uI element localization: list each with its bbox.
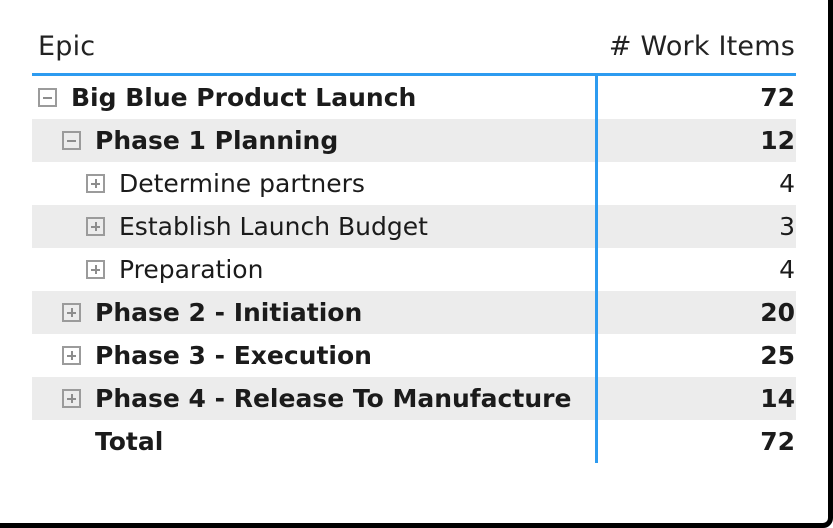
row-label-text: Determine partners — [119, 169, 365, 198]
row-value-text: 14 — [760, 384, 795, 413]
expand-plus-icon[interactable] — [86, 174, 105, 193]
row-label-text: Phase 4 - Release To Manufacture — [95, 384, 572, 413]
row-label-cell: Phase 4 - Release To Manufacture — [62, 377, 571, 420]
table-row[interactable]: Phase 2 - Initiation 20 — [0, 291, 833, 334]
column-header-epic: Epic — [38, 31, 96, 62]
row-value-cell: 14 — [760, 377, 795, 420]
row-label-text: Big Blue Product Launch — [71, 83, 417, 112]
table-row[interactable]: Determine partners 4 — [0, 162, 833, 205]
row-label-text: Preparation — [119, 255, 264, 284]
no-expander-placeholder — [62, 432, 81, 451]
expand-plus-icon[interactable] — [62, 303, 81, 322]
expand-plus-icon[interactable] — [86, 217, 105, 236]
expand-plus-icon[interactable] — [62, 346, 81, 365]
collapse-minus-icon[interactable] — [38, 88, 57, 107]
row-label-text: Phase 2 - Initiation — [95, 298, 363, 327]
row-value-text: 12 — [760, 126, 795, 155]
table-row[interactable]: Establish Launch Budget 3 — [0, 205, 833, 248]
table-row[interactable]: Phase 1 Planning 12 — [0, 119, 833, 162]
epic-work-items-table: Epic # Work Items Big Blue Product Launc… — [0, 0, 833, 463]
row-label-cell: Preparation — [86, 248, 263, 291]
table-row[interactable]: Total 72 — [0, 420, 833, 463]
row-label-text: Phase 3 - Execution — [95, 341, 372, 370]
row-value-cell: 4 — [779, 248, 795, 291]
table-row[interactable]: Phase 3 - Execution 25 — [0, 334, 833, 377]
row-label-text: Establish Launch Budget — [119, 212, 428, 241]
row-label-text: Phase 1 Planning — [95, 126, 339, 155]
row-value-text: 72 — [760, 427, 795, 456]
row-value-text: 4 — [779, 169, 795, 198]
row-value-cell: 20 — [760, 291, 795, 334]
row-value-text: 4 — [779, 255, 795, 284]
column-divider-line — [595, 76, 598, 463]
row-value-cell: 4 — [779, 162, 795, 205]
row-value-text: 3 — [779, 212, 795, 241]
row-label-text: Total — [95, 427, 164, 456]
table-row[interactable]: Big Blue Product Launch 72 — [0, 76, 833, 119]
row-value-cell: 3 — [779, 205, 795, 248]
column-header-work-items: # Work Items — [608, 31, 795, 62]
expand-plus-icon[interactable] — [86, 260, 105, 279]
table-header: Epic # Work Items — [0, 0, 833, 76]
table-body: Big Blue Product Launch 72 Phase 1 Plannin… — [0, 76, 833, 463]
row-value-cell: 12 — [760, 119, 795, 162]
table-row[interactable]: Phase 4 - Release To Manufacture 14 — [0, 377, 833, 420]
row-value-cell: 25 — [760, 334, 795, 377]
collapse-minus-icon[interactable] — [62, 131, 81, 150]
row-value-text: 25 — [760, 341, 795, 370]
table-row[interactable]: Preparation 4 — [0, 248, 833, 291]
row-label-cell: Phase 2 - Initiation — [62, 291, 362, 334]
row-label-cell: Phase 3 - Execution — [62, 334, 372, 377]
expand-plus-icon[interactable] — [62, 389, 81, 408]
row-label-cell: Determine partners — [86, 162, 365, 205]
row-value-cell: 72 — [760, 76, 795, 119]
row-label-cell: Establish Launch Budget — [86, 205, 428, 248]
row-value-text: 72 — [760, 83, 795, 112]
row-value-cell: 72 — [760, 420, 795, 463]
row-value-text: 20 — [760, 298, 795, 327]
row-label-cell: Big Blue Product Launch — [38, 76, 416, 119]
work-items-tree-card: Epic # Work Items Big Blue Product Launc… — [0, 0, 833, 528]
row-label-cell: Phase 1 Planning — [62, 119, 338, 162]
row-label-cell: Total — [62, 420, 163, 463]
